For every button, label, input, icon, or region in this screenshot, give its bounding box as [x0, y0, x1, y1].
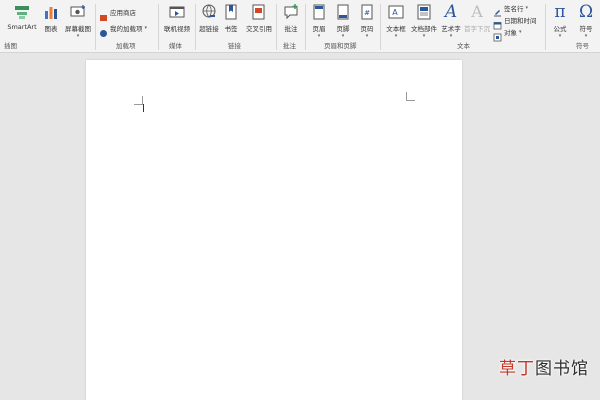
doc-parts-icon	[415, 3, 433, 21]
group-text: A 文本框 ▾ 文档部件 ▾ A 艺术字 ▾ A 首字下沉 签名行 ▾ 日期和时…	[381, 0, 545, 52]
hyperlink-icon	[200, 3, 218, 21]
chevron-down-icon: ▾	[584, 33, 588, 39]
doc-parts-button[interactable]: 文档部件 ▾	[409, 1, 439, 39]
chevron-down-icon: ▾	[144, 24, 148, 31]
chevron-down-icon: ▾	[519, 28, 522, 35]
store-icon	[99, 7, 108, 21]
chevron-down-icon: ▾	[76, 33, 80, 39]
footer-icon	[334, 3, 352, 21]
group-addins: 应用商店 我的加载项 ▾ 加载项	[96, 0, 158, 52]
smartart-button[interactable]: SmartArt	[4, 1, 40, 39]
ribbon-insert-tab: SmartArt 图表 屏幕截图 ▾ 插图 应用商店 我的加载项 ▾ 加载项 联…	[0, 0, 600, 53]
calendar-icon	[493, 15, 502, 30]
group-header-footer: 页眉 ▾ 页脚 ▾ # 页码 ▾ 页眉和页脚	[306, 0, 380, 52]
equation-icon: π	[554, 2, 566, 22]
group-comments: 批注 批注	[277, 0, 305, 52]
group-illustrations: SmartArt 图表 屏幕截图 ▾ 插图	[0, 0, 96, 52]
chevron-down-icon: ▾	[422, 33, 426, 39]
svg-text:A: A	[392, 8, 398, 17]
cross-reference-button[interactable]: 交叉引用	[243, 1, 275, 39]
chart-icon	[42, 3, 60, 21]
footer-button[interactable]: 页脚 ▾	[332, 1, 354, 39]
my-addins-button[interactable]: 我的加载项 ▾	[99, 22, 148, 37]
margin-corner-mark-top-right	[406, 92, 415, 101]
comment-button[interactable]: 批注	[279, 1, 303, 39]
comment-icon	[282, 3, 300, 21]
margin-corner-mark-top-left	[134, 96, 143, 105]
svg-text:#: #	[364, 9, 370, 17]
app-store-button[interactable]: 应用商店	[99, 6, 136, 21]
smartart-icon	[13, 3, 31, 21]
group-links: 超链接 书签 交叉引用 链接	[196, 0, 276, 52]
bookmark-icon	[222, 3, 240, 21]
cross-reference-icon	[250, 3, 268, 21]
header-icon	[310, 3, 328, 21]
symbol-button[interactable]: Ω 符号 ▾	[574, 1, 598, 39]
watermark: 草丁图书馆	[499, 359, 589, 379]
drop-cap-button[interactable]: A 首字下沉	[463, 1, 491, 39]
page-number-button[interactable]: # 页码 ▾	[356, 1, 378, 39]
group-media: 联机视频 媒体	[159, 0, 195, 52]
chevron-down-icon: ▾	[558, 33, 562, 39]
video-icon	[168, 3, 186, 21]
symbol-icon: Ω	[578, 2, 594, 22]
screenshot-button[interactable]: 屏幕截图 ▾	[62, 1, 94, 39]
text-cursor	[143, 104, 144, 112]
bookmark-button[interactable]: 书签	[222, 1, 240, 39]
chevron-down-icon: ▾	[394, 33, 398, 39]
chevron-down-icon: ▾	[341, 33, 345, 39]
text-box-icon: A	[387, 3, 405, 21]
chart-button[interactable]: 图表	[40, 1, 62, 39]
screenshot-icon	[69, 3, 87, 21]
chevron-down-icon: ▾	[449, 33, 453, 39]
online-video-button[interactable]: 联机视频	[161, 1, 193, 39]
addins-icon	[99, 23, 108, 37]
date-time-button[interactable]: 日期和时间	[493, 14, 537, 30]
chevron-down-icon: ▾	[365, 33, 369, 39]
chevron-down-icon: ▾	[525, 4, 529, 11]
wordart-icon: A	[444, 2, 458, 22]
group-symbols: π 公式 ▾ Ω 符号 ▾ 符号	[546, 0, 600, 52]
chevron-down-icon: ▾	[317, 33, 321, 39]
object-button[interactable]: 对象 ▾	[493, 26, 522, 42]
hyperlink-button[interactable]: 超链接	[197, 1, 221, 39]
document-page[interactable]	[86, 60, 462, 400]
object-icon	[493, 27, 502, 42]
signature-line-button[interactable]: 签名行 ▾	[493, 2, 529, 17]
header-button[interactable]: 页眉 ▾	[308, 1, 330, 39]
text-box-button[interactable]: A 文本框 ▾	[383, 1, 409, 39]
wordart-button[interactable]: A 艺术字 ▾	[439, 1, 463, 39]
page-number-icon: #	[358, 3, 376, 21]
drop-cap-icon: A	[471, 2, 483, 21]
signature-icon	[493, 3, 502, 17]
equation-button[interactable]: π 公式 ▾	[548, 1, 572, 39]
